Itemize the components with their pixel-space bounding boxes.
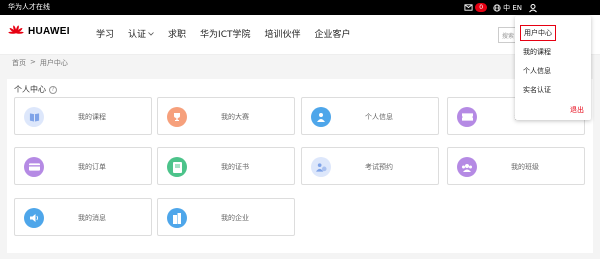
- card-my-orders[interactable]: 我的订单: [14, 147, 152, 185]
- panel-title-text: 个人中心: [14, 85, 46, 94]
- card-my-courses[interactable]: 我的课程: [14, 97, 152, 135]
- nav-ict-academy-label: 华为ICT学院: [200, 30, 251, 40]
- language-label: 中 EN: [503, 3, 522, 12]
- language-switch[interactable]: 中 EN: [493, 3, 522, 13]
- breadcrumb-current: 用户中心: [39, 59, 68, 67]
- card-personal-info[interactable]: 个人信息: [301, 97, 439, 135]
- menu-item-my-courses[interactable]: 我的课程: [523, 47, 551, 57]
- breadcrumb-separator: >: [30, 58, 36, 66]
- main-nav: 学习 认证 求职 华为ICT学院 培训伙伴 企业客户: [96, 27, 351, 40]
- menu-item-user-center[interactable]: 用户中心: [520, 25, 556, 41]
- nav-jobs[interactable]: 求职: [168, 27, 186, 40]
- nav-certification[interactable]: 认证: [128, 27, 154, 40]
- nav-learn-label: 学习: [96, 30, 115, 40]
- card-label: 我的班级: [511, 163, 539, 171]
- panel-title: 个人中心 ?: [14, 84, 57, 95]
- menu-item-personal-info[interactable]: 个人信息: [523, 66, 551, 76]
- menu-item-real-name-auth[interactable]: 实名认证: [523, 85, 551, 95]
- card-label: 我的企业: [221, 214, 249, 222]
- card-label: 我的大赛: [221, 113, 249, 121]
- help-icon[interactable]: ?: [49, 85, 57, 94]
- logout-button[interactable]: 退出: [570, 105, 584, 115]
- nav-training-partners-label: 培训伙伴: [264, 30, 301, 40]
- user-dropdown-menu: 用户中心 我的课程 个人信息 实名认证 退出: [515, 16, 591, 120]
- logo-text: HUAWEI: [28, 26, 70, 37]
- topbar-right: 0 中 EN: [464, 2, 538, 13]
- chevron-down-icon: [148, 31, 154, 36]
- mail-icon: [464, 4, 473, 11]
- breadcrumb-home[interactable]: 首页: [12, 58, 26, 68]
- nav-training-partners[interactable]: 培训伙伴: [264, 27, 300, 40]
- card-my-certificates[interactable]: 我的证书: [157, 147, 295, 185]
- nav-jobs-label: 求职: [168, 30, 187, 40]
- globe-icon: [493, 3, 501, 12]
- card-label: 我的订单: [78, 163, 106, 171]
- card-my-enterprise[interactable]: 我的企业: [157, 198, 295, 236]
- card-my-classes[interactable]: 我的班级: [447, 147, 585, 185]
- card-label: 我的证书: [221, 163, 249, 171]
- card-label: 个人信息: [365, 113, 393, 121]
- top-bar: 华为人才在线 0 中 EN: [0, 0, 600, 15]
- nav-certification-label: 认证: [128, 30, 147, 40]
- card-exam-booking[interactable]: 考试预约: [301, 147, 439, 185]
- huawei-flower-icon: [8, 25, 24, 34]
- card-label: 我的消息: [78, 214, 106, 222]
- message-button[interactable]: 0: [464, 3, 488, 12]
- card-label: 我的课程: [78, 113, 106, 121]
- site-brand[interactable]: 华为人才在线: [8, 2, 50, 13]
- nav-learn[interactable]: 学习: [96, 27, 114, 40]
- personal-center-panel: 个人中心 ? 我的课程 我的大赛 个人信息 我的券 我的订单: [7, 79, 593, 253]
- nav-enterprise-label: 企业客户: [314, 30, 351, 40]
- nav-enterprise[interactable]: 企业客户: [315, 27, 351, 40]
- nav-ict-academy[interactable]: 华为ICT学院: [200, 27, 250, 40]
- user-icon[interactable]: [528, 3, 538, 13]
- message-count-badge: 0: [475, 3, 488, 12]
- card-my-competitions[interactable]: 我的大赛: [157, 97, 295, 135]
- card-my-messages[interactable]: 我的消息: [14, 198, 152, 236]
- main-header: HUAWEI 学习 认证 求职 华为ICT学院 培训伙伴 企业客户 搜索: [0, 15, 600, 55]
- huawei-logo[interactable]: HUAWEI: [8, 25, 70, 38]
- card-label: 考试预约: [365, 163, 393, 171]
- breadcrumb: 首页 > 用户中心: [12, 58, 68, 68]
